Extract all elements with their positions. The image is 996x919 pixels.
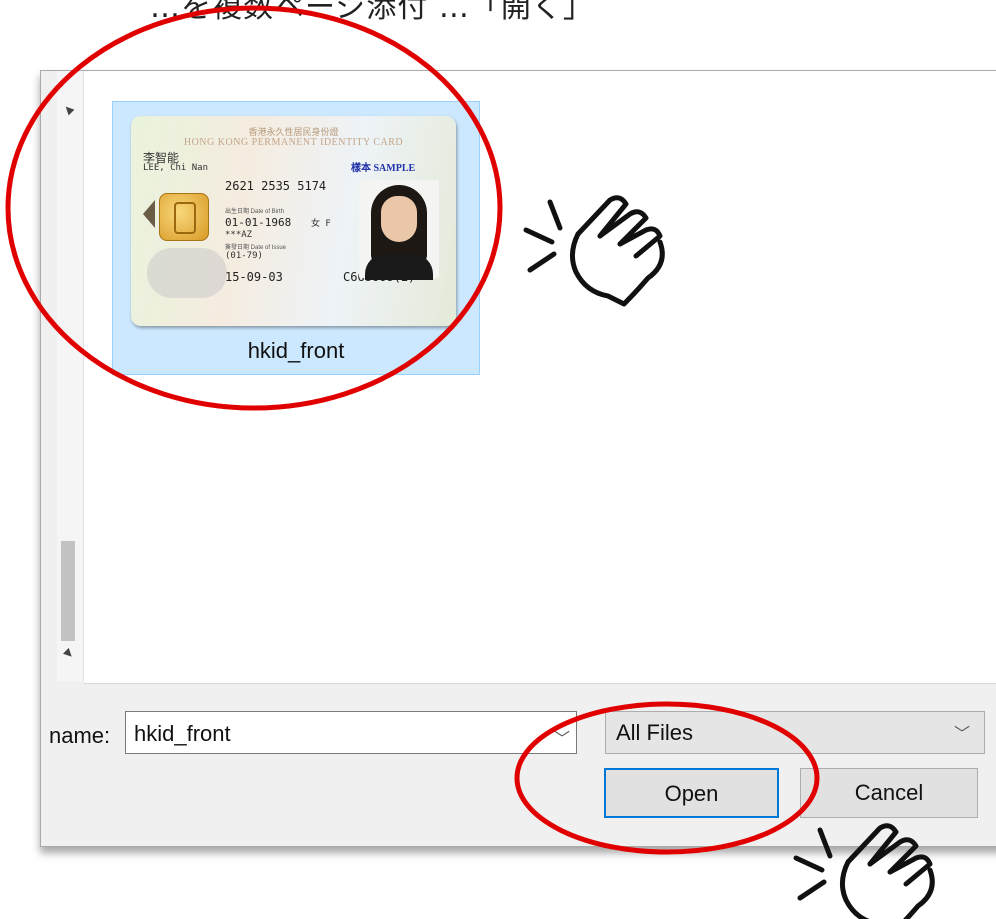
card-chip-icon (159, 193, 209, 241)
card-sample-mark: 樣本 SAMPLE (351, 163, 416, 174)
card-sex: 女 F (311, 219, 331, 229)
scrollbar-thumb[interactable] (61, 541, 75, 641)
card-code: 2621 2535 5174 (225, 179, 327, 193)
file-item-label: hkid_front (247, 338, 345, 363)
chevron-down-icon[interactable]: ﹀ (554, 725, 570, 749)
chevron-down-icon: ﹀ (953, 726, 970, 743)
scroll-down-arrow-icon[interactable]: ▼ (57, 642, 78, 663)
file-open-dialog: ▲ ▼ 香港永久性居民身份證 HONG KONG PERMANENT IDENT… (40, 70, 996, 847)
card-title-en: HONG KONG PERMANENT IDENTITY CARD (183, 137, 404, 148)
file-thumbnail: 香港永久性居民身份證 HONG KONG PERMANENT IDENTITY … (131, 116, 456, 326)
card-issue-label: 簽發日期 Date of Issue (225, 245, 287, 251)
card-symbols: ***AZ (225, 230, 253, 240)
card-arrow-icon (143, 200, 155, 228)
card-first-registration: (01-79) (225, 251, 263, 261)
card-dob-label: 出生日期 Date of Birth (225, 209, 285, 215)
filetype-select[interactable]: All Files ﹀ (605, 711, 985, 754)
open-button[interactable]: Open (604, 768, 779, 818)
card-issue-date: 15-09-03 (225, 270, 283, 284)
card-name-en: LEE, Chi Nan (143, 163, 209, 173)
top-caption: …を複数ページ添付 …「開く」 (150, 0, 594, 25)
navigation-pane[interactable]: ▲ ▼ (57, 71, 84, 681)
card-ghost-image (147, 248, 227, 298)
card-photo (359, 180, 439, 280)
card-dob: 01-01-1968 (225, 216, 292, 229)
filename-label: name: (49, 723, 111, 748)
file-item-hkid-front[interactable]: 香港永久性居民身份證 HONG KONG PERMANENT IDENTITY … (112, 101, 480, 375)
filename-input[interactable]: hkid_front (125, 711, 577, 754)
cancel-button[interactable]: Cancel (800, 768, 978, 818)
filetype-value: All Files (616, 720, 694, 745)
scroll-up-arrow-icon[interactable]: ▲ (57, 98, 78, 119)
file-list-area[interactable]: 香港永久性居民身份證 HONG KONG PERMANENT IDENTITY … (84, 71, 996, 684)
